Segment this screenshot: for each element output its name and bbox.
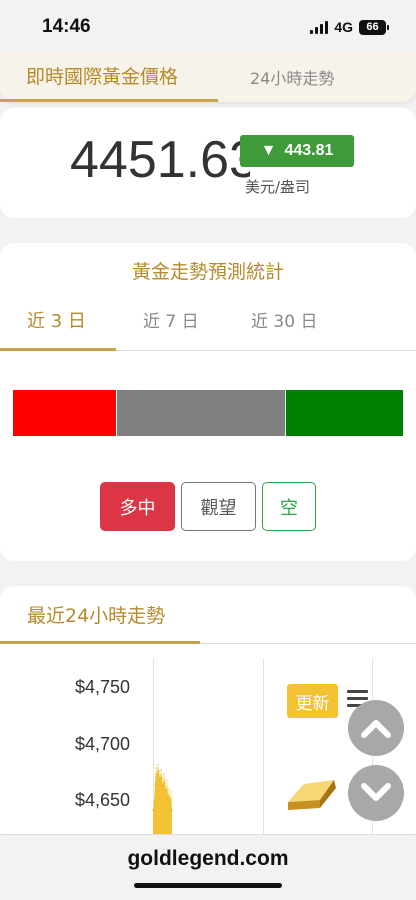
bull-button[interactable]: 多中 [100,482,175,531]
status-bar: 14:46 4G 66 [0,0,416,52]
scroll-up-button[interactable] [348,700,404,756]
price-unit: 美元/盎司 [245,178,311,196]
tab-active-indicator [0,99,218,102]
forecast-card: 黃金走勢預測統計 近 3 日 近 7 日 近 30 日 多中 觀望 空 [0,243,416,561]
price-area-chart [152,764,173,836]
price-point [163,773,165,775]
price-point [162,784,164,787]
browser-bottom-bar: goldlegend.com [0,834,416,900]
scroll-down-button[interactable] [348,765,404,821]
price-change-badge: ▼ 443.81 [240,135,354,167]
status-time: 14:46 [42,16,91,37]
period-tab-active-indicator [0,348,116,351]
price-point [154,783,156,785]
price-point [169,799,171,801]
price-card: 4451.63 ▼ 443.81 美元/盎司 [0,108,416,218]
chart-gridline [263,658,264,846]
site-domain[interactable]: goldlegend.com [0,847,416,871]
tab-3-days[interactable]: 近 3 日 [27,307,86,333]
price-area-series [153,764,172,836]
refresh-button[interactable]: 更新 [287,684,338,718]
tab-7-days[interactable]: 近 7 日 [143,307,199,332]
network-type: 4G [334,19,353,35]
price-point [153,801,155,803]
down-arrow-icon: ▼ [260,142,277,159]
price-point [166,779,168,781]
price-change-value: 443.81 [284,142,334,159]
battery-icon: 66 [359,19,389,35]
watch-button[interactable]: 觀望 [181,482,256,531]
signal-icon [310,20,329,34]
trend-title-indicator [0,641,200,644]
forecast-title: 黃金走勢預測統計 [131,261,284,283]
y-tick-label: $4,700 [75,734,131,754]
price-point [161,777,163,779]
price-tabs: 即時國際黃金價格 24小時走勢 [0,52,416,102]
gold-bar-icon [288,780,336,810]
tab-realtime-price[interactable]: 即時國際黃金價格 [26,62,178,89]
home-indicator[interactable] [134,883,282,888]
price-point [155,767,157,769]
trend-title: 最近24小時走勢 [27,605,166,627]
status-indicators: 4G 66 [310,18,389,36]
price-point [159,778,161,780]
y-tick-label: $4,750 [75,677,131,697]
gold-price: 4451.63 [70,131,250,189]
tab-30-days[interactable]: 近 30 日 [251,307,317,332]
price-point [165,790,167,792]
price-point [158,770,160,772]
price-point [157,764,159,766]
bear-ratio-bar [286,390,403,436]
price-point [152,809,154,811]
bull-ratio-bar [13,390,116,436]
price-point [160,769,162,771]
neutral-ratio-bar [117,390,285,436]
battery-level: 66 [366,21,379,33]
price-point [170,791,172,793]
price-point [164,782,166,784]
bear-button[interactable]: 空 [262,482,316,531]
price-point [171,809,173,811]
price-point [167,796,169,798]
price-point [156,773,158,775]
chevron-up-icon [361,720,391,738]
chevron-down-icon [361,783,391,801]
y-tick-label: $4,650 [75,790,131,810]
tab-24h-trend[interactable]: 24小時走勢 [250,65,334,89]
price-point [168,788,170,790]
